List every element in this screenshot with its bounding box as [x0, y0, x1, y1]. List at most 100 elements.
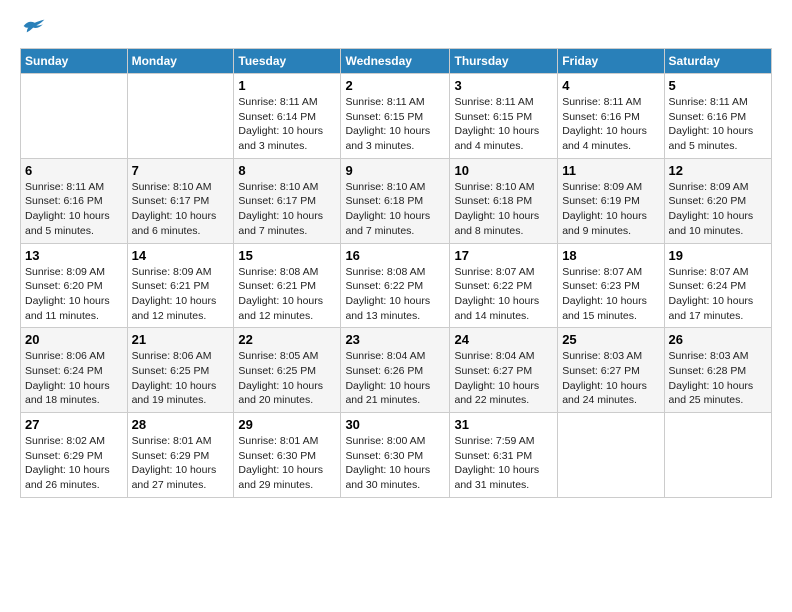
weekday-header-thursday: Thursday	[450, 49, 558, 74]
day-number: 6	[25, 163, 123, 178]
weekday-header-wednesday: Wednesday	[341, 49, 450, 74]
day-number: 23	[345, 332, 445, 347]
day-number: 31	[454, 417, 553, 432]
weekday-header-tuesday: Tuesday	[234, 49, 341, 74]
day-number: 19	[669, 248, 767, 263]
cell-content: Sunrise: 8:10 AM Sunset: 6:17 PM Dayligh…	[132, 180, 230, 239]
cell-content: Sunrise: 8:11 AM Sunset: 6:15 PM Dayligh…	[345, 95, 445, 154]
calendar-cell: 29Sunrise: 8:01 AM Sunset: 6:30 PM Dayli…	[234, 413, 341, 498]
cell-content: Sunrise: 8:03 AM Sunset: 6:27 PM Dayligh…	[562, 349, 659, 408]
calendar-cell: 23 Sunrise: 8:04 AM Sunset: 6:26 PM Dayli…	[341, 328, 450, 413]
day-number: 15	[238, 248, 336, 263]
calendar-week-2: 6 Sunrise: 8:11 AM Sunset: 6:16 PM Daylig…	[21, 158, 772, 243]
cell-content: Sunrise: 8:06 AM Sunset: 6:25 PM Dayligh…	[132, 349, 230, 408]
cell-content: Sunrise: 8:09 AM Sunset: 6:20 PM Dayligh…	[669, 180, 767, 239]
cell-content: Sunrise: 8:04 AM Sunset: 6:27 PM Dayligh…	[454, 349, 553, 408]
day-number: 26	[669, 332, 767, 347]
calendar-cell: 22Sunrise: 8:05 AM Sunset: 6:25 PM Dayli…	[234, 328, 341, 413]
cell-content: Sunrise: 8:11 AM Sunset: 6:16 PM Dayligh…	[25, 180, 123, 239]
day-number: 28	[132, 417, 230, 432]
cell-content: Sunrise: 8:07 AM Sunset: 6:22 PM Dayligh…	[454, 265, 553, 324]
calendar-cell	[558, 413, 664, 498]
cell-content: Sunrise: 8:06 AM Sunset: 6:24 PM Dayligh…	[25, 349, 123, 408]
calendar-cell: 3Sunrise: 8:11 AM Sunset: 6:15 PM Daylig…	[450, 74, 558, 159]
day-number: 27	[25, 417, 123, 432]
day-number: 21	[132, 332, 230, 347]
weekday-header-saturday: Saturday	[664, 49, 771, 74]
calendar-cell: 28 Sunrise: 8:01 AM Sunset: 6:29 PM Dayli…	[127, 413, 234, 498]
cell-content: Sunrise: 8:11 AM Sunset: 6:16 PM Dayligh…	[669, 95, 767, 154]
cell-content: Sunrise: 8:09 AM Sunset: 6:20 PM Dayligh…	[25, 265, 123, 324]
day-number: 20	[25, 332, 123, 347]
calendar-cell: 10Sunrise: 8:10 AM Sunset: 6:18 PM Dayli…	[450, 158, 558, 243]
cell-content: Sunrise: 8:05 AM Sunset: 6:25 PM Dayligh…	[238, 349, 336, 408]
calendar-cell: 6 Sunrise: 8:11 AM Sunset: 6:16 PM Daylig…	[21, 158, 128, 243]
day-number: 1	[238, 78, 336, 93]
cell-content: Sunrise: 8:09 AM Sunset: 6:21 PM Dayligh…	[132, 265, 230, 324]
cell-content: Sunrise: 8:10 AM Sunset: 6:17 PM Dayligh…	[238, 180, 336, 239]
cell-content: Sunrise: 8:11 AM Sunset: 6:14 PM Dayligh…	[238, 95, 336, 154]
day-number: 16	[345, 248, 445, 263]
weekday-header-monday: Monday	[127, 49, 234, 74]
cell-content: Sunrise: 7:59 AM Sunset: 6:31 PM Dayligh…	[454, 434, 553, 493]
cell-content: Sunrise: 8:01 AM Sunset: 6:29 PM Dayligh…	[132, 434, 230, 493]
calendar-cell: 11 Sunrise: 8:09 AM Sunset: 6:19 PM Dayli…	[558, 158, 664, 243]
calendar-cell: 13Sunrise: 8:09 AM Sunset: 6:20 PM Dayli…	[21, 243, 128, 328]
day-number: 25	[562, 332, 659, 347]
calendar-week-1: 1 Sunrise: 8:11 AM Sunset: 6:14 PM Daylig…	[21, 74, 772, 159]
calendar-cell: 20 Sunrise: 8:06 AM Sunset: 6:24 PM Dayli…	[21, 328, 128, 413]
day-number: 5	[669, 78, 767, 93]
logo	[20, 16, 46, 36]
day-number: 8	[238, 163, 336, 178]
cell-content: Sunrise: 8:10 AM Sunset: 6:18 PM Dayligh…	[454, 180, 553, 239]
calendar-cell: 15Sunrise: 8:08 AM Sunset: 6:21 PM Dayli…	[234, 243, 341, 328]
calendar-cell: 30 Sunrise: 8:00 AM Sunset: 6:30 PM Dayli…	[341, 413, 450, 498]
calendar-week-3: 13Sunrise: 8:09 AM Sunset: 6:20 PM Dayli…	[21, 243, 772, 328]
calendar-cell: 1 Sunrise: 8:11 AM Sunset: 6:14 PM Daylig…	[234, 74, 341, 159]
cell-content: Sunrise: 8:09 AM Sunset: 6:19 PM Dayligh…	[562, 180, 659, 239]
day-number: 11	[562, 163, 659, 178]
calendar-cell: 25 Sunrise: 8:03 AM Sunset: 6:27 PM Dayli…	[558, 328, 664, 413]
calendar-cell: 19 Sunrise: 8:07 AM Sunset: 6:24 PM Dayli…	[664, 243, 771, 328]
day-number: 14	[132, 248, 230, 263]
cell-content: Sunrise: 8:04 AM Sunset: 6:26 PM Dayligh…	[345, 349, 445, 408]
day-number: 30	[345, 417, 445, 432]
cell-content: Sunrise: 8:00 AM Sunset: 6:30 PM Dayligh…	[345, 434, 445, 493]
calendar-cell: 26 Sunrise: 8:03 AM Sunset: 6:28 PM Dayli…	[664, 328, 771, 413]
calendar-cell: 27 Sunrise: 8:02 AM Sunset: 6:29 PM Dayli…	[21, 413, 128, 498]
cell-content: Sunrise: 8:08 AM Sunset: 6:22 PM Dayligh…	[345, 265, 445, 324]
day-number: 4	[562, 78, 659, 93]
cell-content: Sunrise: 8:07 AM Sunset: 6:23 PM Dayligh…	[562, 265, 659, 324]
cell-content: Sunrise: 8:02 AM Sunset: 6:29 PM Dayligh…	[25, 434, 123, 493]
day-number: 29	[238, 417, 336, 432]
calendar-cell	[127, 74, 234, 159]
day-number: 9	[345, 163, 445, 178]
calendar-cell: 7Sunrise: 8:10 AM Sunset: 6:17 PM Daylig…	[127, 158, 234, 243]
calendar-cell: 12Sunrise: 8:09 AM Sunset: 6:20 PM Dayli…	[664, 158, 771, 243]
cell-content: Sunrise: 8:07 AM Sunset: 6:24 PM Dayligh…	[669, 265, 767, 324]
calendar-table: SundayMondayTuesdayWednesdayThursdayFrid…	[20, 48, 772, 498]
cell-content: Sunrise: 8:03 AM Sunset: 6:28 PM Dayligh…	[669, 349, 767, 408]
calendar-cell: 9 Sunrise: 8:10 AM Sunset: 6:18 PM Daylig…	[341, 158, 450, 243]
day-number: 24	[454, 332, 553, 347]
calendar-cell: 5 Sunrise: 8:11 AM Sunset: 6:16 PM Daylig…	[664, 74, 771, 159]
weekday-header-sunday: Sunday	[21, 49, 128, 74]
calendar-cell: 17 Sunrise: 8:07 AM Sunset: 6:22 PM Dayli…	[450, 243, 558, 328]
logo-bird-icon	[22, 16, 46, 36]
calendar-cell	[664, 413, 771, 498]
calendar-cell: 8 Sunrise: 8:10 AM Sunset: 6:17 PM Daylig…	[234, 158, 341, 243]
calendar-cell: 21 Sunrise: 8:06 AM Sunset: 6:25 PM Dayli…	[127, 328, 234, 413]
day-number: 17	[454, 248, 553, 263]
cell-content: Sunrise: 8:11 AM Sunset: 6:15 PM Dayligh…	[454, 95, 553, 154]
calendar-cell: 4 Sunrise: 8:11 AM Sunset: 6:16 PM Daylig…	[558, 74, 664, 159]
calendar-cell	[21, 74, 128, 159]
calendar-cell: 16 Sunrise: 8:08 AM Sunset: 6:22 PM Dayli…	[341, 243, 450, 328]
cell-content: Sunrise: 8:10 AM Sunset: 6:18 PM Dayligh…	[345, 180, 445, 239]
calendar-cell: 14 Sunrise: 8:09 AM Sunset: 6:21 PM Dayli…	[127, 243, 234, 328]
calendar-cell: 31 Sunrise: 7:59 AM Sunset: 6:31 PM Dayli…	[450, 413, 558, 498]
weekday-header-row: SundayMondayTuesdayWednesdayThursdayFrid…	[21, 49, 772, 74]
calendar-cell: 24 Sunrise: 8:04 AM Sunset: 6:27 PM Dayli…	[450, 328, 558, 413]
calendar-week-5: 27 Sunrise: 8:02 AM Sunset: 6:29 PM Dayli…	[21, 413, 772, 498]
calendar-week-4: 20 Sunrise: 8:06 AM Sunset: 6:24 PM Dayli…	[21, 328, 772, 413]
cell-content: Sunrise: 8:11 AM Sunset: 6:16 PM Dayligh…	[562, 95, 659, 154]
